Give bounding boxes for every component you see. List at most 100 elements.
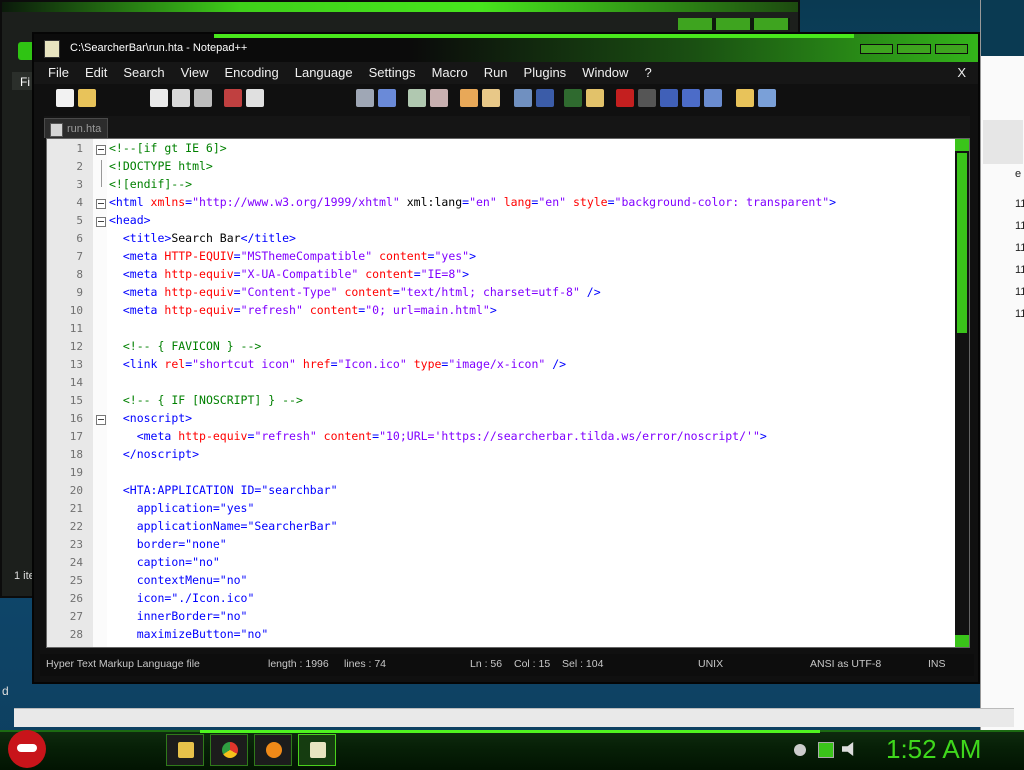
code-editor[interactable]: 1 2 3 4 5 6 7 8 9 10 11 12 13 14 15 16 17 18 19 20 21 22 23 24 2…	[46, 138, 970, 648]
menu-settings[interactable]: Settings	[361, 62, 424, 84]
menu-run[interactable]: Run	[476, 62, 516, 84]
code-area[interactable]: <!--[if gt IE 6]> <!DOCTYPE html> <![endif…	[107, 139, 955, 647]
minimize-button[interactable]	[860, 44, 894, 54]
folder-workspace-icon[interactable]	[736, 89, 754, 107]
close-document-button[interactable]: X	[957, 62, 966, 84]
taskbar-app-explorer[interactable]	[166, 734, 204, 766]
notepad-plus-plus-window[interactable]: C:\SearcherBar\run.hta - Notepad++ File …	[32, 32, 980, 684]
close-file-icon[interactable]	[150, 89, 168, 107]
open-file-icon[interactable]	[78, 89, 96, 107]
fold-toggle-icon[interactable]	[96, 415, 106, 425]
start-button[interactable]	[8, 730, 46, 768]
code-line[interactable]: <meta HTTP-EQUIV="MSThemeCompatible" con…	[109, 249, 476, 263]
taskbar-app-chrome[interactable]	[210, 734, 248, 766]
menu-window[interactable]: Window	[574, 62, 636, 84]
right-window-tool[interactable]	[983, 120, 1023, 164]
vertical-scrollbar[interactable]	[955, 139, 969, 647]
code-line[interactable]: application="yes"	[109, 501, 255, 515]
menu-language[interactable]: Language	[287, 62, 361, 84]
background-horizontal-scrollbar[interactable]	[14, 708, 1014, 727]
background-window-controls[interactable]	[678, 18, 790, 30]
print-icon[interactable]	[194, 89, 212, 107]
show-all-chars-icon[interactable]	[536, 89, 554, 107]
replace-icon[interactable]	[378, 89, 396, 107]
record-macro-icon[interactable]	[616, 89, 634, 107]
code-line[interactable]: <html xmlns = "http://www.w3.org/1999/xhtm…	[109, 195, 836, 209]
network-icon[interactable]	[818, 742, 834, 758]
code-token: content	[316, 429, 373, 443]
document-map-icon[interactable]	[586, 89, 604, 107]
code-token: applicationName="SearcherBar"	[136, 519, 338, 533]
code-token: "http://www.w3.org/1999/xhtml"	[192, 195, 400, 209]
code-line[interactable]: contextMenu="no"	[109, 573, 248, 587]
run-macro-multiple-icon[interactable]	[682, 89, 700, 107]
menu-file[interactable]: File	[34, 62, 77, 84]
sync-horizontal-icon[interactable]	[482, 89, 500, 107]
fold-toggle-icon[interactable]	[96, 199, 106, 209]
code-line[interactable]: <head>	[109, 213, 151, 227]
new-file-icon[interactable]	[56, 89, 74, 107]
zoom-out-icon[interactable]	[430, 89, 448, 107]
code-line[interactable]: <!DOCTYPE html>	[109, 159, 213, 173]
fold-margin[interactable]	[93, 139, 107, 647]
code-line[interactable]: applicationName="SearcherBar"	[109, 519, 338, 533]
save-macro-icon[interactable]	[704, 89, 722, 107]
window-titlebar[interactable]: C:\SearcherBar\run.hta - Notepad++	[34, 34, 978, 62]
code-line[interactable]: <!-- { IF [NOSCRIPT] } -->	[109, 393, 303, 407]
volume-icon[interactable]	[842, 742, 854, 756]
code-token: xmlns	[150, 195, 186, 209]
menu-view[interactable]: View	[173, 62, 217, 84]
tray-expand-icon[interactable]	[794, 744, 806, 756]
code-line[interactable]: icon="./Icon.ico"	[109, 591, 255, 605]
code-line[interactable]: border="none"	[109, 537, 227, 551]
menu-edit[interactable]: Edit	[77, 62, 115, 84]
code-line[interactable]: <HTA:APPLICATION ID="searchbar"	[109, 483, 338, 497]
cut-icon[interactable]	[224, 89, 242, 107]
line-number-gutter: 1 2 3 4 5 6 7 8 9 10 11 12 13 14 15 16 17 18 19 20 21 22 23 24 2…	[47, 139, 93, 647]
code-line[interactable]: maximizeButton="no"	[109, 627, 269, 641]
word-wrap-icon[interactable]	[514, 89, 532, 107]
code-line[interactable]: innerBorder="no"	[109, 609, 248, 623]
code-line[interactable]: </noscript>	[109, 447, 199, 461]
fold-toggle-icon[interactable]	[96, 217, 106, 227]
sync-vertical-icon[interactable]	[460, 89, 478, 107]
fold-toggle-icon[interactable]	[96, 145, 106, 155]
taskbar-app-search[interactable]	[254, 734, 292, 766]
maximize-button[interactable]	[897, 44, 931, 54]
taskbar-clock[interactable]: 1:52 AM	[886, 734, 981, 765]
code-line[interactable]: <meta http-equiv="refresh" content="10;U…	[109, 429, 767, 443]
taskbar-app-notepad[interactable]	[298, 734, 336, 766]
code-line[interactable]: <![endif]-->	[109, 177, 192, 191]
scroll-down-arrow[interactable]	[955, 635, 969, 647]
menu-encoding[interactable]: Encoding	[217, 62, 287, 84]
scroll-thumb[interactable]	[957, 153, 967, 333]
close-button[interactable]	[934, 44, 968, 54]
code-line[interactable]: <meta http-equiv="X-UA-Compatible" conte…	[109, 267, 469, 281]
copy-icon[interactable]	[246, 89, 264, 107]
indent-guide-icon[interactable]	[564, 89, 582, 107]
menu-help[interactable]: ?	[636, 62, 659, 84]
code-line[interactable]: <noscript>	[109, 411, 192, 425]
menu-macro[interactable]: Macro	[424, 62, 476, 84]
tab-run-hta[interactable]: run.hta	[44, 118, 108, 138]
code-line[interactable]: <!-- { FAVICON } -->	[109, 339, 261, 353]
spell-check-icon[interactable]	[758, 89, 776, 107]
find-icon[interactable]	[356, 89, 374, 107]
code-line[interactable]: <meta http-equiv="refresh" content="0; u…	[109, 303, 497, 317]
zoom-in-icon[interactable]	[408, 89, 426, 107]
close-all-icon[interactable]	[172, 89, 190, 107]
scroll-up-arrow[interactable]	[955, 139, 969, 151]
code-line[interactable]: <meta http-equiv="Content-Type" content=…	[109, 285, 601, 299]
menu-search[interactable]: Search	[115, 62, 172, 84]
stop-macro-icon[interactable]	[638, 89, 656, 107]
play-macro-icon[interactable]	[660, 89, 678, 107]
menu-plugins[interactable]: Plugins	[516, 62, 575, 84]
code-line[interactable]: <link rel="shortcut icon" href="Icon.ico…	[109, 357, 566, 371]
line-number: 24	[69, 556, 83, 569]
code-line[interactable]: <!--[if gt IE 6]>	[109, 141, 227, 155]
right-background-window[interactable]: e 11 11 11 11 11 11	[980, 0, 1024, 730]
code-line[interactable]: caption="no"	[109, 555, 220, 569]
code-line[interactable]: <title>Search Bar</title>	[109, 231, 296, 245]
